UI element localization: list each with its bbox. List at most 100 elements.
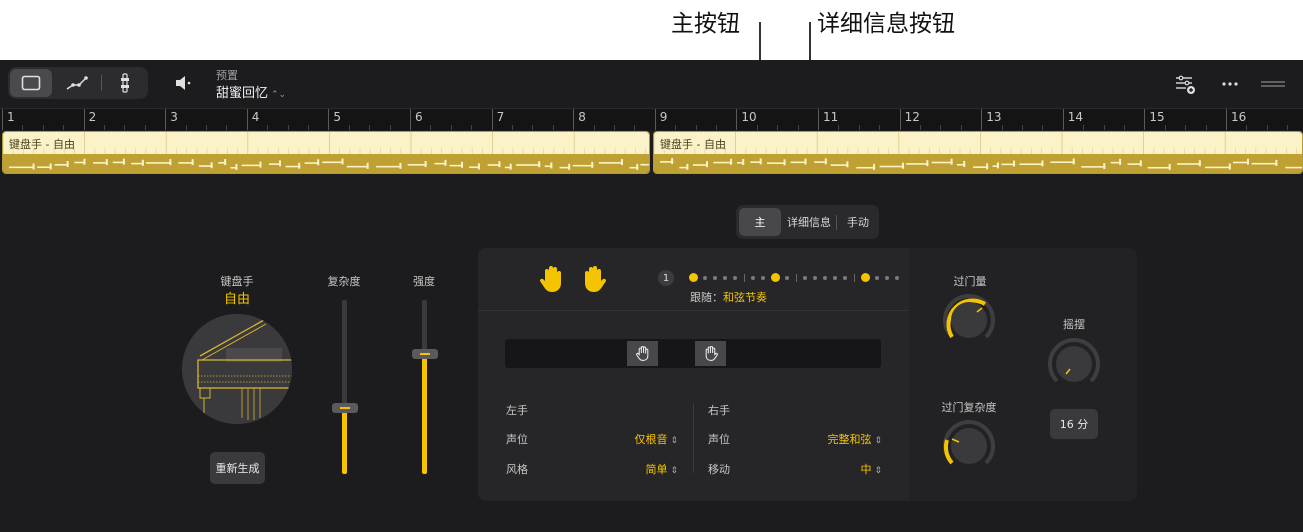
midi-note-head: [278, 160, 281, 167]
midi-note-head: [706, 161, 709, 168]
keyboard-region-1[interactable]: 键盘手 - 自由: [2, 131, 650, 174]
right-movement-popup[interactable]: 中 ⇕: [790, 461, 882, 477]
midi-note-head: [191, 159, 194, 166]
fill-complexity-knob[interactable]: [941, 418, 997, 474]
preset-selector[interactable]: 甜蜜回忆 ⌃⌄: [216, 82, 286, 101]
follow-setting[interactable]: 跟随：和弦节奏: [690, 289, 767, 305]
region-header: 键盘手 - 自由: [3, 132, 649, 154]
right-voicing-popup[interactable]: 完整和弦 ⇕: [790, 431, 882, 447]
ruler-bar-3: 3: [165, 109, 178, 131]
follow-label: 跟随：: [690, 291, 723, 304]
app-window: 预置 甜蜜回忆 ⌃⌄ 1 2 3 4 5 6 7 8 9 10 11 12 13 14 15 16 键盘手 - …: [0, 60, 1303, 532]
timeline-ruler[interactable]: 1 2 3 4 5 6 7 8 9 10 11 12 13 14 15 16: [0, 108, 1303, 131]
region-view-icon[interactable]: [10, 69, 52, 97]
midi-note-head: [444, 159, 447, 166]
preset-value: 甜蜜回忆: [216, 86, 269, 101]
intensity-slider-thumb[interactable]: [412, 348, 438, 359]
midi-note-head: [926, 160, 929, 167]
midi-note: [973, 166, 989, 168]
chevron-updown-icon: ⌃⌄: [271, 90, 287, 100]
speaker-icon[interactable]: [172, 72, 194, 94]
midi-note-head: [1198, 160, 1201, 167]
midi-note: [36, 166, 52, 169]
left-voicing-popup[interactable]: 仅根音 ⇕: [600, 431, 678, 447]
drag-handle-icon[interactable]: [1258, 72, 1288, 96]
keyboard-region-2[interactable]: 键盘手 - 自由: [653, 131, 1303, 174]
midi-note-head: [1103, 163, 1106, 170]
tab-details[interactable]: 详细信息: [784, 208, 834, 236]
left-style-popup[interactable]: 简单 ⇕: [600, 461, 678, 477]
ruler-bar-16: 16: [1226, 109, 1246, 131]
more-icon[interactable]: [1217, 72, 1243, 96]
keyboard-range-bar[interactable]: [505, 339, 881, 368]
midi-note-head: [509, 163, 512, 170]
region-grid: [654, 132, 1297, 154]
ruler-bar-label: 3: [170, 110, 178, 124]
split-left-hand-icon[interactable]: [627, 341, 658, 366]
midi-note: [198, 165, 213, 167]
regenerate-button[interactable]: 重新生成: [210, 452, 265, 484]
midi-note-head: [341, 158, 344, 165]
track-area: 键盘手 - 自由 键盘手 - 自由: [0, 130, 1303, 176]
fill-amount-knob[interactable]: [941, 292, 997, 348]
midi-note-head: [66, 161, 69, 168]
grand-piano-icon: [182, 314, 292, 424]
player-title: 键盘手: [220, 275, 254, 288]
midi-note-head: [1168, 163, 1171, 170]
midi-note-head: [424, 161, 427, 168]
ruler-bar-label: 10: [741, 110, 757, 124]
midi-note-head: [1139, 160, 1142, 167]
region-header: 键盘手 - 自由: [654, 132, 1302, 154]
ruler-bar-label: 7: [496, 110, 505, 124]
midi-note-head: [477, 163, 480, 170]
tab-manual[interactable]: 手动: [839, 208, 877, 236]
midi-note-head: [550, 162, 553, 169]
split-right-hand-icon[interactable]: [695, 341, 726, 366]
tab-main[interactable]: 主: [739, 208, 781, 236]
midi-note: [879, 165, 905, 168]
rhythm-pattern-dots[interactable]: [689, 273, 899, 283]
swing-knob[interactable]: [1046, 336, 1102, 392]
rhythm-dot: [733, 276, 737, 280]
smart-controls-icon[interactable]: [104, 69, 146, 97]
automation-curve-icon[interactable]: [56, 69, 98, 97]
midi-note-head: [1275, 159, 1278, 166]
midi-note: [9, 166, 35, 169]
midi-note: [304, 162, 320, 164]
midi-note-head: [169, 159, 172, 166]
ruler-bar-label: 6: [415, 110, 423, 124]
complexity-slider-thumb[interactable]: [332, 402, 358, 413]
midi-note-head: [210, 162, 213, 169]
piano-avatar[interactable]: [182, 314, 292, 424]
dot-separator: [744, 274, 745, 282]
midi-note-head: [783, 159, 786, 166]
swing-resolution-button[interactable]: 16 分: [1050, 409, 1098, 439]
midi-note-head: [49, 163, 52, 170]
library-add-icon[interactable]: [1172, 72, 1198, 96]
rhythm-dot: [771, 273, 780, 282]
midi-note-head: [1041, 160, 1044, 167]
midi-note-head: [591, 161, 594, 168]
midi-note: [1127, 163, 1142, 165]
midi-note: [692, 164, 709, 166]
midi-note: [1081, 166, 1106, 168]
midi-note-head: [963, 160, 966, 167]
ruler-bar-label: 9: [659, 110, 668, 124]
midi-note-head: [461, 161, 464, 168]
midi-note: [1050, 161, 1075, 164]
left-style-value: 简单: [645, 463, 668, 476]
ruler-bar-label: 8: [578, 110, 586, 124]
rhythm-dot: [723, 276, 727, 280]
midi-note: [1001, 163, 1016, 166]
player-style[interactable]: 自由: [200, 288, 274, 307]
midi-note-head: [730, 158, 733, 165]
rhythm-dot: [861, 273, 870, 282]
chevron-updown-icon: ⇕: [670, 466, 678, 476]
ruler-bar-14: 14: [1062, 109, 1083, 131]
midi-note-head: [846, 161, 849, 168]
left-hand-icon[interactable]: [539, 265, 565, 293]
right-hand-icon[interactable]: [581, 265, 607, 293]
midi-note-head: [671, 158, 674, 165]
preset-label: 预置: [216, 69, 238, 82]
midi-note: [790, 161, 807, 164]
